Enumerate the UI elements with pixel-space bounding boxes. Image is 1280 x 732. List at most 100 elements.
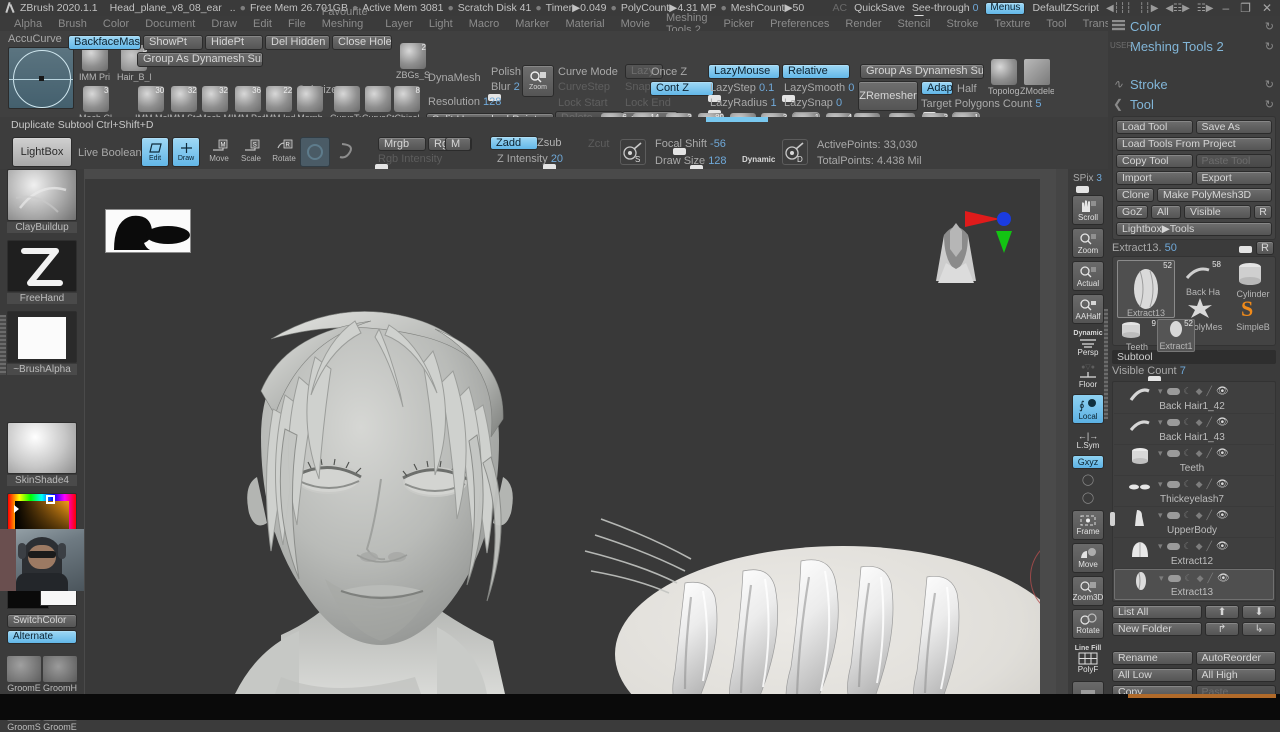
- menu-marker[interactable]: Marker: [507, 18, 557, 30]
- texture-thumb-icon[interactable]: [7, 656, 41, 682]
- subtool-row-extract13[interactable]: ▾ ☾ ◆ ╱ 👁 Extract13: [1114, 569, 1274, 600]
- clone-button[interactable]: Clone: [1116, 188, 1154, 202]
- panel-collapse-right-icon[interactable]: ☷▶: [1197, 3, 1214, 14]
- color-palette-header[interactable]: Color ↻: [1108, 16, 1280, 36]
- menu-stroke[interactable]: Stroke: [939, 18, 987, 30]
- subtool-row-icons[interactable]: ▾ ☾ ◆ ╱ 👁: [1158, 417, 1229, 428]
- load-tools-from-project-button[interactable]: Load Tools From Project: [1116, 137, 1272, 151]
- alpha-palette-slot[interactable]: ~BrushAlpha: [7, 311, 77, 375]
- menu-texture[interactable]: Texture: [986, 18, 1038, 30]
- restore-button[interactable]: ❐: [1238, 1, 1253, 15]
- current-tool-r-button[interactable]: R: [1256, 241, 1274, 255]
- tool-thumb-back-ha[interactable]: 58 Back Ha: [1183, 260, 1223, 297]
- half-label[interactable]: Half: [957, 83, 977, 95]
- rotate-button[interactable]: R Rotate: [270, 139, 298, 163]
- menu-edit[interactable]: Edit: [245, 18, 280, 30]
- curve-mode-label[interactable]: Curve Mode: [558, 66, 618, 78]
- subtool-row-icons[interactable]: ▾ ☾ ◆ ╱ 👁: [1158, 541, 1229, 552]
- zremesher-button[interactable]: ZRemesher: [858, 81, 918, 111]
- relative-button[interactable]: Relative: [782, 64, 850, 79]
- subtool-row-teeth[interactable]: ▾ ☾ ◆ ╱ 👁 Teeth: [1114, 445, 1274, 476]
- ui-nav-left-icon[interactable]: ◀┆┆┆: [1106, 3, 1132, 14]
- sv-selector[interactable]: [14, 505, 19, 513]
- brush-palette-slot[interactable]: ClayBuildup: [7, 169, 77, 233]
- edit-button[interactable]: Edit: [141, 137, 169, 167]
- deformation-icon[interactable]: [334, 139, 360, 165]
- menu-movie[interactable]: Movie: [613, 18, 658, 30]
- nav-floor-button[interactable]: ●▽● Floor: [1072, 361, 1104, 391]
- nav-gyro-b-icon[interactable]: ◯: [1072, 489, 1104, 505]
- nav-zoom-button[interactable]: Zoom: [1072, 228, 1104, 258]
- all-button[interactable]: All: [1151, 205, 1181, 219]
- switchcolor-button[interactable]: SwitchColor: [7, 614, 77, 628]
- material-palette-slot[interactable]: SkinShade4: [7, 422, 77, 486]
- import-button[interactable]: Import: [1116, 171, 1193, 185]
- shelf-topolog[interactable]: Topolog: [988, 59, 1020, 96]
- hue-selector[interactable]: [46, 495, 55, 504]
- menu-render[interactable]: Render: [837, 18, 889, 30]
- paste-tool-button[interactable]: Paste Tool: [1195, 154, 1272, 168]
- nav-lsym-button[interactable]: ←|→ L.Sym: [1072, 427, 1104, 453]
- nav-persp-button[interactable]: Dynamic Persp: [1072, 327, 1104, 359]
- adapt-button[interactable]: Adapt: [921, 81, 953, 95]
- subtool-row-back-hair1-43[interactable]: ▾ ☾ ◆ ╱ 👁 Back Hair1_43: [1114, 414, 1274, 445]
- tool-palette-header[interactable]: ❮ Tool ↻: [1108, 94, 1280, 114]
- backfacemask-button[interactable]: BackfaceMask: [68, 35, 141, 50]
- ui-nav-right-icon[interactable]: ┆┆▶: [1139, 3, 1159, 14]
- subtool-header-label[interactable]: Subtool: [1112, 350, 1276, 364]
- subtool-row-back-hair1-42[interactable]: ▾ ☾ ◆ ╱ 👁 Back Hair1_42: [1114, 383, 1274, 414]
- tool-thumb-cylinder[interactable]: Cylinder: [1231, 262, 1275, 299]
- del-hidden-button[interactable]: Del Hidden: [265, 35, 330, 50]
- lightbox-tools-button[interactable]: Lightbox▶Tools: [1116, 222, 1272, 236]
- subtool-row-icons[interactable]: ▾ ☾ ◆ ╱ 👁: [1158, 386, 1229, 397]
- shelf-brush-imm-pri[interactable]: IMM Pri: [79, 45, 110, 82]
- lazymouse-button[interactable]: LazyMouse: [708, 64, 780, 79]
- rename-button[interactable]: Rename: [1112, 651, 1193, 665]
- menu-macro[interactable]: Macro: [461, 18, 508, 30]
- close-holes-button[interactable]: Close Holes: [332, 35, 392, 50]
- nav-frame-button[interactable]: Frame: [1072, 510, 1104, 540]
- menu-tool[interactable]: Tool: [1038, 18, 1074, 30]
- shelf-brush-zbgs[interactable]: 2 ZBGs_Si: [396, 43, 430, 80]
- canvas-area[interactable]: [84, 169, 1068, 694]
- subtool-row-icons[interactable]: ▾ ☾ ◆ ╱ 👁: [1158, 479, 1229, 490]
- alternate-button[interactable]: Alternate: [7, 630, 77, 644]
- list-all-button[interactable]: List All: [1112, 605, 1202, 619]
- hidept-button[interactable]: HidePt: [205, 35, 263, 50]
- tool-thumb-extract13[interactable]: 52 Extract13: [1117, 260, 1175, 318]
- stroke-s-icon[interactable]: S: [620, 139, 646, 165]
- menus-button[interactable]: Menus: [985, 1, 1026, 15]
- export-button[interactable]: Export: [1195, 171, 1272, 185]
- accucurve-graph[interactable]: [8, 47, 74, 109]
- all-low-button[interactable]: All Low: [1112, 668, 1193, 682]
- color-reset-icon[interactable]: ↻: [1265, 20, 1274, 33]
- showpt-button[interactable]: ShowPt: [143, 35, 203, 50]
- nav-zoom3d-button[interactable]: Zoom3D: [1072, 576, 1104, 606]
- zoom-button[interactable]: Zoom: [522, 65, 554, 97]
- menu-color[interactable]: Color: [95, 18, 137, 30]
- navigation-gizmo[interactable]: [910, 199, 1020, 294]
- subtool-row-icons[interactable]: ▾ ☾ ◆ ╱ 👁: [1158, 510, 1229, 521]
- group-as-dynamesh-sub-2-button[interactable]: Group As Dynamesh Sub: [860, 64, 984, 79]
- focal-shift-slider[interactable]: [673, 148, 686, 155]
- autoreorder-button[interactable]: AutoReorder: [1195, 651, 1276, 665]
- tool-thumb-simpleb[interactable]: S SimpleB: [1231, 296, 1275, 332]
- scale-button[interactable]: S Scale: [238, 139, 264, 163]
- menu-preferences[interactable]: Preferences: [762, 18, 837, 30]
- subtool-list-scrollbar[interactable]: [1110, 512, 1115, 526]
- stroke-palette-slot[interactable]: FreeHand: [7, 240, 77, 304]
- once-z-label[interactable]: Once Z: [651, 66, 687, 78]
- all-high-button[interactable]: All High: [1195, 668, 1276, 682]
- quicksave-button[interactable]: QuickSave: [854, 2, 905, 14]
- menu-file[interactable]: File: [280, 18, 314, 30]
- copy-tool-button[interactable]: Copy Tool: [1116, 154, 1193, 168]
- nav-actual-button[interactable]: Actual: [1072, 261, 1104, 291]
- canvas-scrollbar[interactable]: [1056, 169, 1068, 694]
- move-subtool-down-button[interactable]: ⬇: [1242, 605, 1276, 619]
- menu-draw[interactable]: Draw: [203, 18, 245, 30]
- goz-button[interactable]: GoZ: [1116, 205, 1148, 219]
- move-button[interactable]: M Move: [206, 139, 232, 163]
- menu-light[interactable]: Light: [421, 18, 461, 30]
- save-as-button[interactable]: Save As: [1195, 120, 1272, 134]
- r-button[interactable]: R: [1254, 205, 1272, 219]
